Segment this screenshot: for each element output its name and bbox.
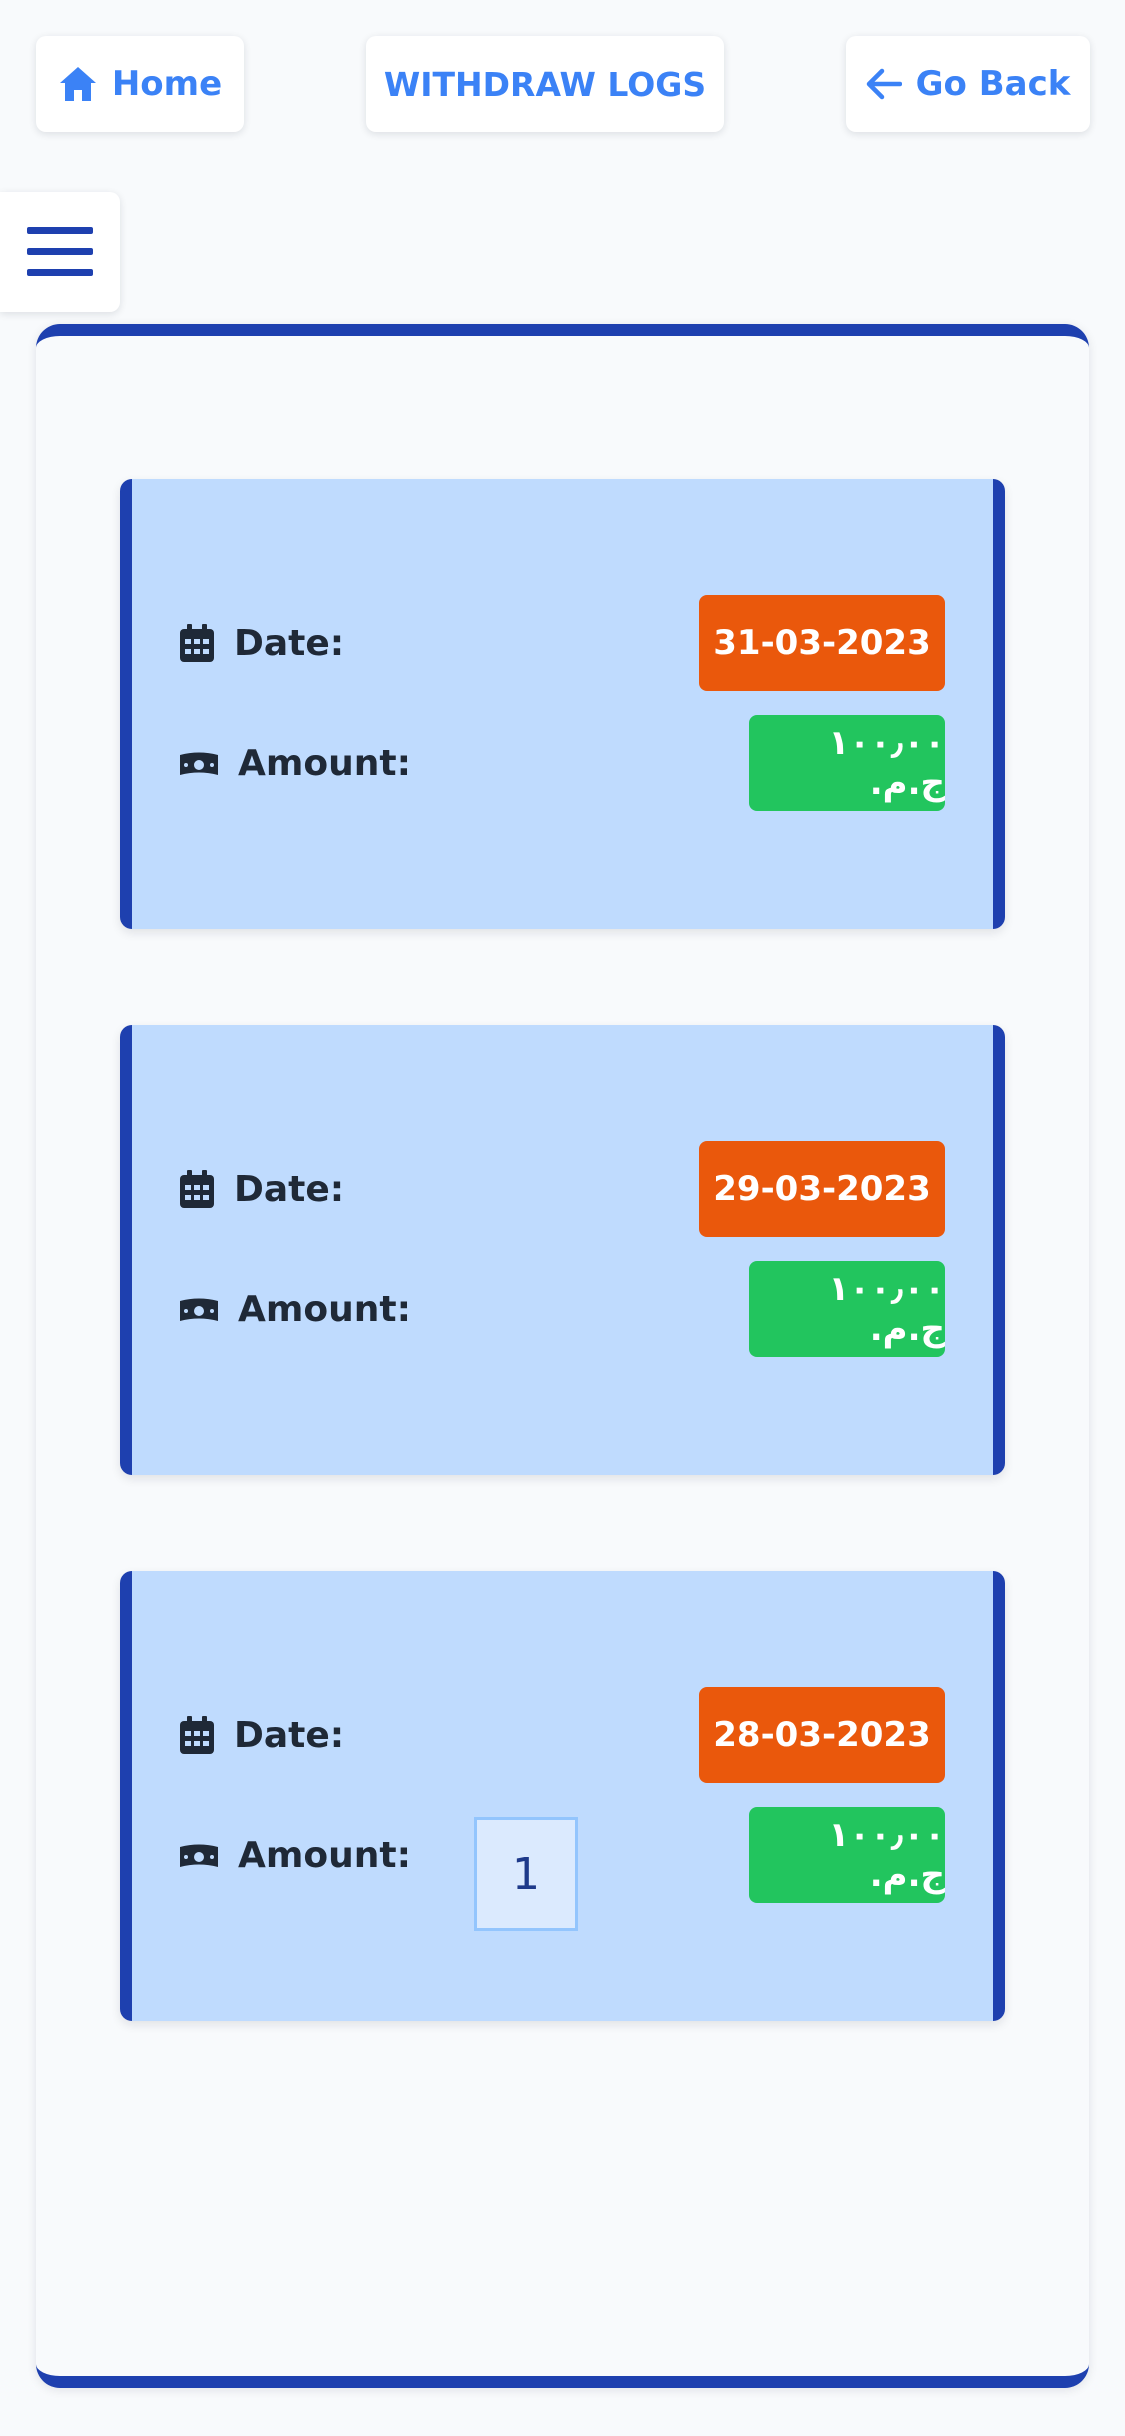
date-badge: 29-03-2023	[699, 1141, 945, 1237]
amount-badge: ١٠٠٫٠٠ ج.م.	[749, 1261, 945, 1357]
home-label: Home	[111, 64, 223, 104]
amount-value: ١٠٠٫٠٠ ج.م.	[828, 723, 945, 803]
money-bill-icon	[180, 1298, 218, 1321]
withdraw-log-card: Date: 28-03-2023 Amount: ١٠٠٫٠٠ ج.م.	[120, 1571, 1005, 2021]
amount-row: Amount: ١٠٠٫٠٠ ج.م.	[180, 715, 945, 811]
date-label-text: Date:	[234, 1714, 345, 1756]
withdraw-logs-panel: Date: 31-03-2023 Amount: ١٠٠٫٠٠ ج.م. Dat…	[36, 324, 1089, 2388]
calendar-icon	[180, 1716, 214, 1754]
home-icon	[59, 67, 96, 101]
date-badge: 28-03-2023	[699, 1687, 945, 1783]
date-badge: 31-03-2023	[699, 595, 945, 691]
amount-label: Amount:	[180, 743, 411, 784]
amount-label-text: Amount:	[238, 1834, 411, 1876]
withdraw-log-card: Date: 29-03-2023 Amount: ١٠٠٫٠٠ ج.م.	[120, 1025, 1005, 1475]
money-bill-icon	[180, 1844, 218, 1867]
go-back-label: Go Back	[915, 64, 1071, 104]
date-value: 29-03-2023	[713, 1169, 931, 1209]
date-row: Date: 29-03-2023	[180, 1141, 945, 1237]
date-label-text: Date:	[234, 622, 345, 664]
date-value: 28-03-2023	[713, 1715, 931, 1755]
date-label: Date:	[180, 1715, 344, 1756]
pagination-page-button[interactable]: 1	[474, 1817, 578, 1931]
amount-label: Amount:	[180, 1289, 411, 1330]
amount-label-text: Amount:	[238, 742, 411, 784]
calendar-icon	[180, 624, 214, 662]
amount-value: ١٠٠٫٠٠ ج.م.	[828, 1269, 945, 1349]
home-button[interactable]: Home	[36, 36, 244, 132]
menu-toggle-button[interactable]	[0, 192, 120, 312]
amount-label: Amount:	[180, 1835, 411, 1876]
go-back-button[interactable]: Go Back	[846, 36, 1090, 132]
page-title-text: WITHDRAW LOGS	[383, 64, 707, 104]
date-label-text: Date:	[234, 1168, 345, 1210]
hamburger-icon	[27, 227, 93, 276]
amount-badge: ١٠٠٫٠٠ ج.م.	[749, 715, 945, 811]
calendar-icon	[180, 1170, 214, 1208]
amount-label-text: Amount:	[238, 1288, 411, 1330]
arrow-left-icon	[866, 68, 902, 100]
date-label: Date:	[180, 1169, 344, 1210]
withdraw-log-card: Date: 31-03-2023 Amount: ١٠٠٫٠٠ ج.م.	[120, 479, 1005, 929]
date-row: Date: 31-03-2023	[180, 595, 945, 691]
amount-badge: ١٠٠٫٠٠ ج.م.	[749, 1807, 945, 1903]
date-row: Date: 28-03-2023	[180, 1687, 945, 1783]
date-value: 31-03-2023	[713, 623, 931, 663]
amount-value: ١٠٠٫٠٠ ج.م.	[828, 1815, 945, 1895]
page-title: WITHDRAW LOGS	[366, 36, 724, 132]
date-label: Date:	[180, 623, 344, 664]
amount-row: Amount: ١٠٠٫٠٠ ج.م.	[180, 1261, 945, 1357]
page-number: 1	[512, 1848, 540, 1900]
money-bill-icon	[180, 752, 218, 775]
